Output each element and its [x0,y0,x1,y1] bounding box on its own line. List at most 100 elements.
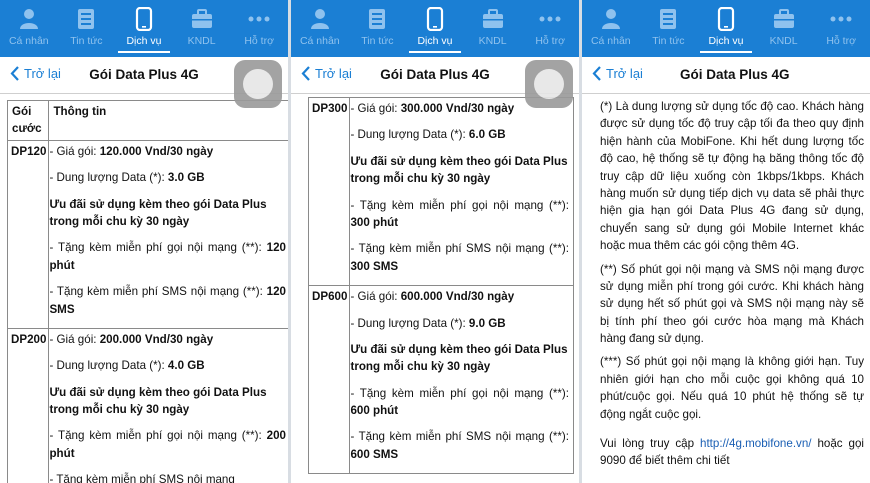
notes-section: (*) Là dung lượng sử dụng tốc độ cao. Kh… [600,98,864,476]
tab-label: Tin tức [361,35,394,47]
header-package: Gói cước [6,100,50,141]
note-high-speed: (*) Là dung lượng sử dụng tốc độ cao. Kh… [600,100,864,253]
tab-label: Cá nhân [590,35,631,47]
package-data: - Dung lượng Data (*): 9.0 GB [350,316,506,330]
tab-ho-tro[interactable]: Hỗ trợ [521,0,579,57]
package-info: - Giá gói: 600.000 Vnd/30 ngày - Dung lượ… [349,285,574,475]
tab-label: KNDL [187,35,216,47]
note-unlimited-calls: (***) Số phút gọi nội mạng là không giới… [600,355,864,421]
package-code: DP200 [6,327,50,483]
package-sms: - Tặng kèm miễn phí SMS nội mạng (**): 1… [49,285,286,316]
tab-ca-nhan[interactable]: Cá nhân [291,0,349,57]
tab-label: Cá nhân [299,35,340,47]
briefcase-icon [190,7,214,31]
tab-kndl[interactable]: KNDL [464,0,522,57]
package-row: DP200- Giá gói: 200.000 Vnd/30 ngày - Dun… [6,327,288,483]
tab-kndl[interactable]: KNDL [755,0,813,57]
package-price: - Giá gói: 200.000 Vnd/30 ngày [49,332,214,346]
package-offer: Ưu đãi sử dụng kèm theo gói Data Plus tr… [49,385,267,417]
tab-label: Dịch vụ [417,35,453,47]
assistive-touch-button[interactable] [234,60,282,108]
package-row: DP300- Giá gói: 300.000 Vnd/30 ngày - Dun… [307,96,574,287]
package-table: Gói cước Thông tin DP120- Giá gói: 120.000… [6,100,288,483]
more-icon [538,7,562,31]
tab-label: Dịch vụ [126,35,162,47]
more-icon [829,7,853,31]
package-offer: Ưu đãi sử dụng kèm theo gói Data Plus tr… [350,154,568,186]
tab-tin-tuc[interactable]: Tin tức [640,0,698,57]
more-icon [247,7,271,31]
screen-2: Cá nhân Tin tức Dịch vụ KNDL Hỗ trợ Trở … [291,0,579,483]
tab-dich-vu[interactable]: Dịch vụ [406,0,464,57]
package-info: - Giá gói: 300.000 Vnd/30 ngày - Dung lượ… [349,96,574,287]
package-code: DP300 [307,96,351,287]
package-sms: - Tặng kèm miễn phí SMS nội mạng (**): 3… [350,242,569,273]
tab-label: Cá nhân [8,35,49,47]
back-label: Trở lại [606,66,643,81]
package-row: DP120- Giá gói: 120.000 Vnd/30 ngày - Dun… [6,139,288,329]
navigation-bar: Trở lại Gói Data Plus 4G [582,57,870,94]
package-row: DP600- Giá gói: 600.000 Vnd/30 ngày - Dun… [307,285,574,475]
tab-ho-tro[interactable]: Hỗ trợ [230,0,288,57]
tab-ho-tro[interactable]: Hỗ trợ [812,0,870,57]
package-code: DP600 [307,285,351,475]
screen-3: Cá nhân Tin tức Dịch vụ KNDL Hỗ trợ Trở … [582,0,870,483]
tab-label: Hỗ trợ [244,35,274,47]
footer-contact: Vui lòng truy cập http://4g.mobifone.vn/… [600,437,864,468]
chevron-left-icon [592,66,601,81]
package-calls: - Tặng kèm miễn phí gọi nội mạng (**): 2… [49,429,286,460]
note-free-calls-sms: (**) Số phút gọi nội mạng và SMS nội mạn… [600,262,864,346]
package-calls: - Tặng kèm miễn phí gọi nội mạng (**): 6… [350,386,569,418]
tab-tin-tuc[interactable]: Tin tức [349,0,407,57]
screen-1: Cá nhân Tin tức Dịch vụ KNDL Hỗ trợ Trở … [0,0,288,483]
phone-icon [714,7,738,31]
scroll-content[interactable]: (*) Là dung lượng sử dụng tốc độ cao. Kh… [582,95,870,483]
package-data: - Dung lượng Data (*): 3.0 GB [49,171,205,185]
package-data: - Dung lượng Data (*): 6.0 GB [350,128,506,142]
package-calls: - Tặng kèm miễn phí gọi nội mạng (**): 1… [49,241,286,272]
tab-label: Dịch vụ [708,35,744,47]
tab-label: KNDL [769,35,798,47]
bottom-tab-bar: Cá nhân Tin tức Dịch vụ KNDL Hỗ trợ [0,0,288,57]
news-icon [656,7,680,31]
person-icon [17,7,41,31]
news-icon [74,7,98,31]
package-data: - Dung lượng Data (*): 4.0 GB [49,359,205,373]
tab-label: Tin tức [70,35,103,47]
package-price: - Giá gói: 600.000 Vnd/30 ngày [350,290,515,304]
back-button[interactable]: Trở lại [592,66,643,81]
bottom-tab-bar: Cá nhân Tin tức Dịch vụ KNDL Hỗ trợ [582,0,870,57]
package-sms: - Tặng kèm miễn phí SMS nội mạng (**): 6… [350,430,569,461]
phone-icon [132,7,156,31]
phone-icon [423,7,447,31]
package-table: DP300- Giá gói: 300.000 Vnd/30 ngày - Dun… [307,96,574,475]
package-offer: Ưu đãi sử dụng kèm theo gói Data Plus tr… [49,197,267,228]
tab-label: KNDL [478,35,507,47]
briefcase-icon [481,7,505,31]
tab-ca-nhan[interactable]: Cá nhân [0,0,58,57]
assistive-touch-button[interactable] [525,60,573,108]
tab-dich-vu[interactable]: Dịch vụ [115,0,173,57]
bottom-tab-bar: Cá nhân Tin tức Dịch vụ KNDL Hỗ trợ [291,0,579,57]
page-title: Gói Data Plus 4G [680,67,790,82]
person-icon [308,7,332,31]
package-info: - Giá gói: 120.000 Vnd/30 ngày - Dung lượ… [48,139,288,329]
tab-label: Hỗ trợ [535,35,565,47]
news-icon [365,7,389,31]
mobifone-link[interactable]: http://4g.mobifone.vn/ [700,437,812,450]
package-info: - Giá gói: 200.000 Vnd/30 ngày - Dung lượ… [48,327,288,483]
tab-label: Tin tức [652,35,685,47]
tab-label: Hỗ trợ [826,35,856,47]
scroll-content[interactable]: DP300- Giá gói: 300.000 Vnd/30 ngày - Dun… [291,95,579,483]
tab-dich-vu[interactable]: Dịch vụ [697,0,755,57]
tab-kndl[interactable]: KNDL [173,0,231,57]
person-icon [599,7,623,31]
package-sms: - Tặng kèm miễn phí SMS nội mạng [49,473,235,483]
package-price: - Giá gói: 120.000 Vnd/30 ngày [49,144,214,158]
package-calls: - Tặng kèm miễn phí gọi nội mạng (**): 3… [350,198,569,229]
tab-ca-nhan[interactable]: Cá nhân [582,0,640,57]
briefcase-icon [772,7,796,31]
package-code: DP120 [6,139,50,329]
tab-tin-tuc[interactable]: Tin tức [58,0,116,57]
scroll-content[interactable]: Gói cước Thông tin DP120- Giá gói: 120.000… [0,95,288,483]
